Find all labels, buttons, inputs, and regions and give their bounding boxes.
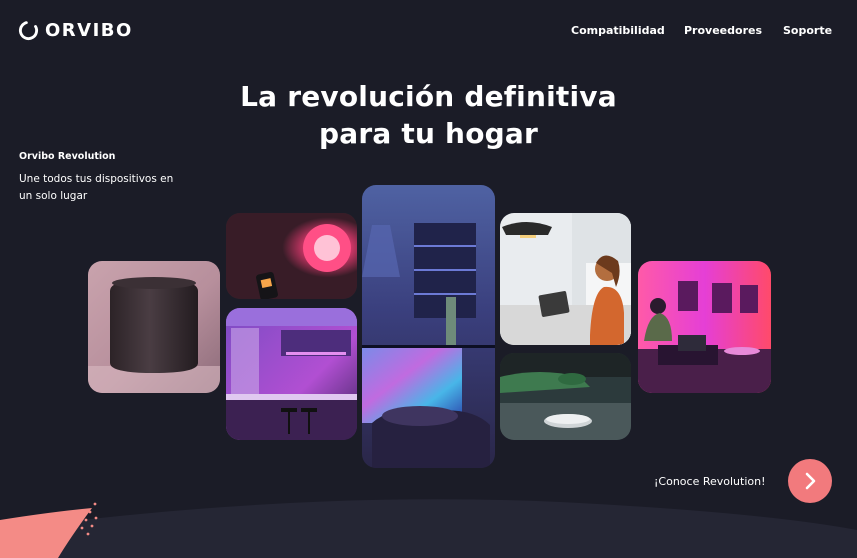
hero-title: La revolución definitiva para tu hogar bbox=[0, 78, 857, 152]
tagline-description: Une todos tus dispositivos en un solo lu… bbox=[19, 173, 174, 202]
nav-item-compatibilidad[interactable]: Compatibilidad bbox=[571, 24, 665, 37]
chevron-right-icon bbox=[805, 472, 816, 490]
robot-vacuum-image bbox=[500, 353, 631, 440]
purple-kitchen-image bbox=[226, 308, 357, 440]
living-room-image bbox=[362, 185, 495, 468]
tagline-title: Orvibo Revolution bbox=[19, 151, 116, 162]
smart-lamp-image bbox=[226, 213, 357, 299]
nav-item-soporte[interactable]: Soporte bbox=[783, 24, 832, 37]
nav-item-proveedores[interactable]: Proveedores bbox=[684, 24, 762, 37]
brand-name: ORVIBO bbox=[45, 20, 133, 41]
hero-title-line-1: La revolución definitiva bbox=[240, 80, 617, 113]
brand-logo[interactable]: ORVIBO bbox=[18, 20, 133, 41]
bottom-wave-decoration bbox=[0, 499, 857, 558]
cta-label[interactable]: ¡Conoce Revolution! bbox=[654, 475, 766, 488]
orvibo-logo-icon bbox=[18, 20, 39, 41]
woman-tablet-image bbox=[500, 213, 631, 345]
hero-title-line-2: para tu hogar bbox=[319, 117, 538, 150]
pink-room-image bbox=[638, 261, 771, 393]
smart-speaker-image bbox=[88, 261, 220, 393]
